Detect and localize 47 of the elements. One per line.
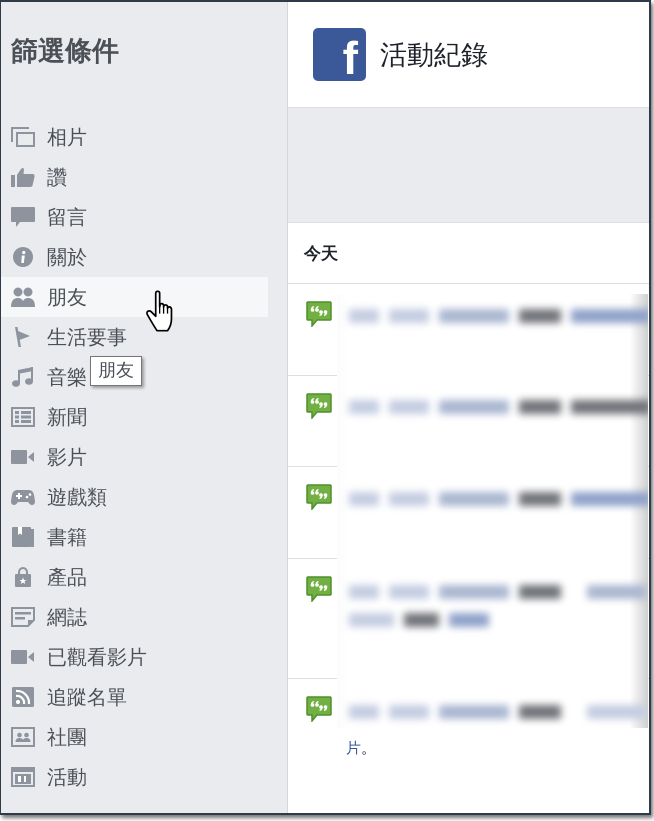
video-camera-icon xyxy=(11,450,34,464)
filter-item[interactable]: 網誌 xyxy=(1,597,89,637)
filter-item[interactable]: 音樂 xyxy=(1,357,89,397)
filter-item[interactable]: 相片 xyxy=(1,117,89,157)
thumbs-up-icon xyxy=(10,167,34,187)
shopping-bag-icon xyxy=(14,567,30,587)
quote-bubble-icon xyxy=(306,393,332,419)
stacked-squares-icon xyxy=(10,127,34,147)
filter-item[interactable]: 產品 xyxy=(1,557,89,597)
speech-bubble-icon xyxy=(10,207,34,227)
entry-text: 片。 xyxy=(346,738,376,758)
hand-cursor-icon xyxy=(145,290,173,332)
group-icon xyxy=(10,727,34,747)
quote-bubble-icon xyxy=(306,301,332,327)
note-icon xyxy=(10,607,34,627)
quote-bubble-icon xyxy=(306,484,332,510)
filter-item[interactable]: 遊戲類 xyxy=(1,477,109,517)
filter-item[interactable]: 追蹤名單 xyxy=(1,677,129,717)
app-logo: f xyxy=(313,28,366,81)
music-note-icon xyxy=(12,367,33,387)
tooltip: 朋友 xyxy=(90,356,142,386)
filter-item[interactable]: 留言 xyxy=(1,197,89,237)
filter-item[interactable]: 影片 xyxy=(1,437,89,477)
filter-item[interactable]: 活動 xyxy=(1,757,89,797)
filter-item[interactable]: 朋友 xyxy=(1,277,268,317)
list-icon xyxy=(10,407,34,427)
filter-item[interactable]: 新聞 xyxy=(1,397,89,437)
filter-item[interactable]: 關於 xyxy=(1,237,89,277)
game-controller-icon xyxy=(10,490,34,504)
page-title: 活動紀錄 xyxy=(380,38,488,72)
filter-item[interactable]: 讚 xyxy=(1,157,69,197)
link[interactable]: 片 xyxy=(346,739,361,757)
quote-bubble-icon xyxy=(306,696,332,722)
filter-item[interactable]: 書籍 xyxy=(1,517,89,557)
quote-bubble-icon xyxy=(306,576,332,602)
filter-item[interactable]: 生活要事 xyxy=(1,317,129,357)
book-icon xyxy=(12,527,34,547)
filter-item[interactable]: 社團 xyxy=(1,717,89,757)
video-camera-icon xyxy=(11,650,34,664)
flag-icon xyxy=(15,327,30,347)
info-icon xyxy=(12,247,32,267)
filter-item[interactable]: 已觀看影片 xyxy=(1,637,149,677)
people-icon xyxy=(10,287,34,307)
calendar-icon xyxy=(10,767,34,787)
day-heading: 今天 xyxy=(304,242,338,264)
sidebar-title: 篩選條件 xyxy=(11,36,119,68)
rss-icon xyxy=(12,687,34,707)
